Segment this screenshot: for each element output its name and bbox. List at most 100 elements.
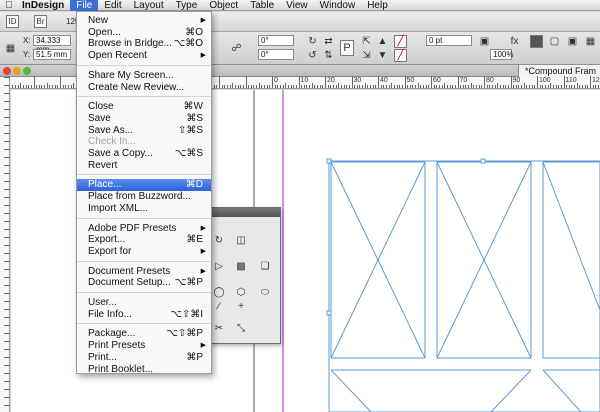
menu-type[interactable]: Type — [170, 0, 204, 11]
effects-icon[interactable]: fx — [508, 35, 521, 48]
ruler-tick — [491, 85, 493, 88]
ruler-tick — [396, 85, 398, 88]
fill-swatch-icon[interactable]: ╱ — [394, 35, 407, 48]
selection-handles[interactable] — [326, 158, 486, 316]
opacity-field[interactable]: 100% — [490, 49, 513, 60]
scissors-tool-icon[interactable]: ✂ — [213, 322, 225, 334]
menu-item-share-my-screen[interactable]: Share My Screen... — [77, 70, 211, 82]
compound-frame[interactable] — [328, 160, 600, 412]
document-tab[interactable]: *Compound Fram — [518, 65, 600, 77]
menu-item-save-a-copy[interactable]: Save a Copy... ⌥⌘S — [77, 148, 211, 160]
direct-selection-tool-icon[interactable]: ↻ — [213, 234, 225, 246]
tools-panel-titlebar[interactable] — [211, 208, 280, 217]
handle-middle-left[interactable] — [326, 310, 332, 316]
pen-tool-icon[interactable]: ▷ — [213, 260, 225, 272]
minimize-window-icon[interactable] — [13, 67, 21, 75]
drop-shadow-icon[interactable]: ▣ — [478, 35, 491, 48]
stroke-swatch-icon[interactable]: ╱ — [394, 49, 407, 62]
ruler-tick — [4, 101, 10, 102]
vertical-ruler[interactable] — [0, 77, 10, 412]
menu-item-place-from-buzzword[interactable]: Place from Buzzword... — [77, 191, 211, 203]
menu-item-print-presets[interactable]: Print Presets ▶ — [77, 340, 211, 352]
menu-item-import-xml[interactable]: Import XML... — [77, 203, 211, 215]
menu-item-document-setup[interactable]: Document Setup... ⌥⌘P — [77, 277, 211, 289]
add-anchor-tool-icon[interactable]: + — [235, 300, 247, 312]
menu-item-save[interactable]: Save ⌘S — [77, 113, 211, 125]
close-window-icon[interactable] — [3, 67, 11, 75]
select-previous-icon[interactable]: ▲ — [376, 35, 389, 48]
ellipse-tool-icon[interactable]: ⬭ — [259, 286, 271, 298]
menu-edit[interactable]: Edit — [98, 0, 127, 11]
menu-item-new[interactable]: New ▶ — [77, 15, 211, 27]
menu-item-print-booklet[interactable]: Print Booklet... — [77, 364, 211, 376]
rotate-cw-icon[interactable]: ↻ — [306, 35, 319, 48]
ruler-tick — [282, 85, 284, 88]
flip-vertical-icon[interactable]: ⇅ — [322, 49, 335, 62]
stroke-weight-field[interactable]: 0 pt — [426, 35, 472, 46]
menu-indesign[interactable]: InDesign — [18, 0, 70, 11]
ruler-tick — [465, 85, 467, 88]
menu-item-create-new-review[interactable]: Create New Review... — [77, 82, 211, 94]
menu-item-save-as[interactable]: Save As... ⇧⌘S — [77, 125, 211, 137]
rotation-field[interactable]: 0° — [258, 35, 294, 46]
flip-horizontal-icon[interactable]: ⇄ — [322, 35, 335, 48]
menu-item-revert[interactable]: Revert — [77, 160, 211, 172]
menu-item-open[interactable]: Open... ⌘O — [77, 27, 211, 39]
center-content-icon[interactable]: ▦ — [584, 35, 597, 48]
rotate-ccw-icon[interactable]: ↺ — [306, 49, 319, 62]
select-content-icon[interactable]: ⇲ — [360, 49, 373, 62]
fit-frame-icon[interactable]: ▣ — [566, 35, 579, 48]
menu-item-export-for[interactable]: Export for ▶ — [77, 246, 211, 258]
fit-content-icon[interactable]: ▢ — [548, 35, 561, 48]
shear-field[interactable]: 0° — [258, 49, 294, 60]
x-position-field[interactable]: 34.333 mm — [33, 35, 71, 54]
constrain-proportions-icon[interactable]: ☍ — [230, 42, 243, 55]
frame-tool-icon[interactable]: ▩ — [235, 260, 247, 272]
menu-item-adobe-pdf-presets[interactable]: Adobe PDF Presets ▶ — [77, 223, 211, 235]
menu-separator — [77, 323, 211, 325]
rectangle-tool-icon[interactable]: ❏ — [259, 260, 271, 272]
menu-layout[interactable]: Layout — [128, 0, 170, 11]
menu-item-document-presets[interactable]: Document Presets ▶ — [77, 266, 211, 278]
menu-item-open-recent[interactable]: Open Recent ▶ — [77, 50, 211, 62]
line-tool-icon[interactable]: ∕ — [213, 300, 225, 312]
menu-file[interactable]: File — [70, 0, 99, 11]
frame-fitting-icon[interactable] — [530, 35, 543, 48]
pathfinder-tool-icon[interactable]: ⤡ — [235, 322, 247, 334]
zoom-window-icon[interactable] — [23, 67, 31, 75]
ruler-tick — [407, 85, 409, 88]
menu-item-close[interactable]: Close ⌘W — [77, 101, 211, 113]
menu-window[interactable]: Window — [314, 0, 362, 11]
ruler-tick — [4, 237, 10, 238]
select-container-icon[interactable]: ⇱ — [360, 35, 373, 48]
menu-item-export[interactable]: Export... ⌘E — [77, 234, 211, 246]
menu-item-print[interactable]: Print... ⌘P — [77, 352, 211, 364]
apple-menu-icon[interactable]:  — [0, 0, 18, 11]
ruler-tick — [4, 165, 10, 166]
reference-point-icon[interactable]: ▦ — [4, 42, 17, 55]
frame-bounding-box[interactable] — [328, 160, 600, 412]
handle-top-left[interactable] — [326, 158, 332, 164]
menu-view[interactable]: View — [280, 0, 314, 11]
menu-separator — [77, 292, 211, 293]
page-tool-icon[interactable]: ◫ — [235, 234, 247, 246]
menu-object[interactable]: Object — [203, 0, 244, 11]
menu-item-user[interactable]: User... — [77, 297, 211, 309]
menu-help[interactable]: Help — [361, 0, 394, 11]
menu-item-browse-in-bridge[interactable]: Browse in Bridge... ⌥⌘O — [77, 38, 211, 50]
bridge-icon[interactable]: Br — [34, 15, 47, 28]
menu-item-package[interactable]: Package... ⌥⇧⌘P — [77, 328, 211, 340]
ruler-tick — [327, 85, 329, 88]
select-next-icon[interactable]: ▼ — [376, 49, 389, 62]
menu-item-place[interactable]: Place... ⌘D — [77, 179, 211, 192]
ellipse-frame-tool-icon[interactable]: ◯ — [213, 286, 225, 298]
y-position-field[interactable]: 51.5 mm — [33, 49, 71, 60]
ruler-tick — [404, 76, 406, 88]
menu-table[interactable]: Table — [244, 0, 280, 11]
handle-top-center[interactable] — [480, 158, 486, 164]
menu-item-file-info[interactable]: File Info... ⌥⇧⌘I — [77, 309, 211, 321]
ruler-tick — [539, 85, 541, 88]
frame-cell-right[interactable] — [542, 161, 600, 359]
ruler-tick — [4, 293, 10, 294]
polygon-tool-icon[interactable]: ⬡ — [235, 286, 247, 298]
